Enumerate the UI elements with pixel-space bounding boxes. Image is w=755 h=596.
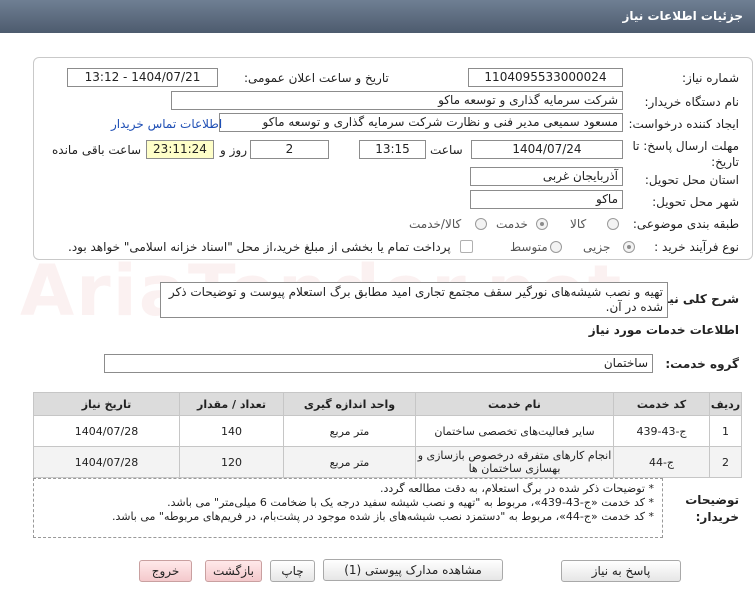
- service-group-label: گروه خدمت:: [665, 357, 739, 371]
- cell-row-number: 1: [709, 415, 742, 447]
- column-header-row-number: ردیف: [709, 392, 742, 416]
- cell-quantity: 140: [179, 415, 284, 447]
- category-label: طبقه بندی موضوعی:: [632, 217, 739, 231]
- page-title: جزئیات اطلاعات نیاز: [622, 9, 743, 23]
- city-label: شهر محل تحویل:: [652, 195, 739, 209]
- table-row: 1 ج-43-439 سایر فعالیت‌های تخصصی ساختمان…: [33, 415, 742, 447]
- process-option-minor: جزیی: [583, 240, 611, 254]
- category-radio-service[interactable]: [536, 218, 548, 230]
- announce-datetime-field: 1404/07/21 - 13:12: [67, 68, 218, 87]
- services-table: ردیف کد خدمت نام خدمت واحد اندازه گیری ت…: [33, 392, 742, 478]
- days-remaining-field: 2: [250, 140, 329, 159]
- column-header-service-code: کد خدمت: [613, 392, 710, 416]
- need-number-field: 1104095533000024: [468, 68, 623, 87]
- column-header-quantity: تعداد / مقدار: [179, 392, 284, 416]
- deadline-time-field: 13:15: [359, 140, 426, 159]
- deadline-date-label: تاریخ:: [711, 155, 739, 169]
- buyer-notes-box: * توضیحات ذکر شده در برگ استعلام، به دقت…: [33, 478, 663, 538]
- process-type-label: نوع فرآیند خرید :: [654, 240, 739, 254]
- table-row: 2 ج-44 انجام کارهای متفرقه درخصوص بازساز…: [33, 446, 742, 478]
- buyer-note-line: * توضیحات ذکر شده در برگ استعلام، به دقت…: [380, 482, 654, 495]
- view-attachments-button[interactable]: مشاهده مدارک پیوستی (1): [323, 559, 503, 581]
- services-section-title: اطلاعات خدمات مورد نیاز: [588, 323, 739, 337]
- buyer-notes-label: توضیحات خریدار:: [685, 493, 739, 524]
- buyer-org-label: نام دستگاه خریدار:: [644, 95, 740, 109]
- cell-unit: متر مربع: [283, 415, 416, 447]
- back-button[interactable]: بازگشت: [205, 560, 262, 582]
- buyer-note-line: * کد خدمت «ج-44»، مربوط به "دستمزد نصب ش…: [111, 510, 654, 523]
- remaining-time-field: 23:11:24: [146, 140, 214, 159]
- province-field: آذربایجان غربی: [470, 167, 623, 186]
- column-header-service-name: نام خدمت: [415, 392, 614, 416]
- category-option-service: خدمت: [496, 217, 528, 231]
- category-option-goods: کالا: [570, 217, 587, 231]
- treasury-payment-checkbox[interactable]: [460, 240, 473, 253]
- column-header-unit: واحد اندازه گیری: [283, 392, 416, 416]
- cell-need-date: 1404/07/28: [33, 415, 180, 447]
- cell-need-date: 1404/07/28: [33, 446, 180, 478]
- process-radio-medium[interactable]: [550, 241, 562, 253]
- cell-service-name: انجام کارهای متفرقه درخصوص بازسازی و بهس…: [415, 446, 614, 478]
- request-creator-field: مسعود سمیعی مدیر فنی و نظارت شرکت سرمایه…: [219, 113, 623, 132]
- category-option-goods-service: کالا/خدمت: [409, 217, 462, 231]
- column-header-need-date: تاریخ نیاز: [33, 392, 180, 416]
- need-number-label: شماره نیاز:: [682, 71, 739, 85]
- service-group-field: ساختمان: [104, 354, 653, 373]
- category-radio-goods-service[interactable]: [475, 218, 487, 230]
- cell-service-name: سایر فعالیت‌های تخصصی ساختمان: [415, 415, 614, 447]
- description-textarea[interactable]: تهیه و نصب شیشه‌های نورگیر سقف مجتمع تجا…: [160, 282, 668, 318]
- category-radio-goods[interactable]: [607, 218, 619, 230]
- buyer-contact-link[interactable]: اطلاعات تماس خریدار: [111, 117, 222, 131]
- cell-service-code: ج-44: [613, 446, 710, 478]
- province-label: استان محل تحویل:: [644, 173, 739, 187]
- request-creator-label: ایجاد کننده درخواست:: [628, 117, 739, 131]
- cell-quantity: 120: [179, 446, 284, 478]
- city-field: ماکو: [470, 190, 623, 209]
- treasury-payment-note: پرداخت تمام یا بخشی از مبلغ خرید،از محل …: [68, 240, 451, 254]
- process-option-medium: متوسط: [510, 240, 548, 254]
- cell-service-code: ج-43-439: [613, 415, 710, 447]
- table-header-row: ردیف کد خدمت نام خدمت واحد اندازه گیری ت…: [33, 392, 742, 416]
- announce-datetime-label: تاریخ و ساعت اعلان عمومی:: [244, 71, 389, 85]
- process-radio-minor[interactable]: [623, 241, 635, 253]
- deadline-time-label: ساعت: [430, 143, 463, 157]
- print-button[interactable]: چاپ: [270, 560, 315, 582]
- days-label: روز و: [220, 143, 247, 157]
- cell-unit: متر مربع: [283, 446, 416, 478]
- deadline-label: مهلت ارسال پاسخ: تا: [632, 139, 739, 153]
- cell-row-number: 2: [709, 446, 742, 478]
- buyer-org-field: شرکت سرمایه گذاری و توسعه ماکو: [171, 91, 623, 110]
- deadline-date-field: 1404/07/24: [471, 140, 623, 159]
- remaining-time-label: ساعت باقی مانده: [52, 143, 142, 157]
- exit-button[interactable]: خروج: [139, 560, 192, 582]
- buyer-note-line: * کد خدمت «ج-43-439»، مربوط به "تهیه و ن…: [167, 496, 654, 509]
- reply-to-need-button[interactable]: پاسخ به نیاز: [561, 560, 681, 582]
